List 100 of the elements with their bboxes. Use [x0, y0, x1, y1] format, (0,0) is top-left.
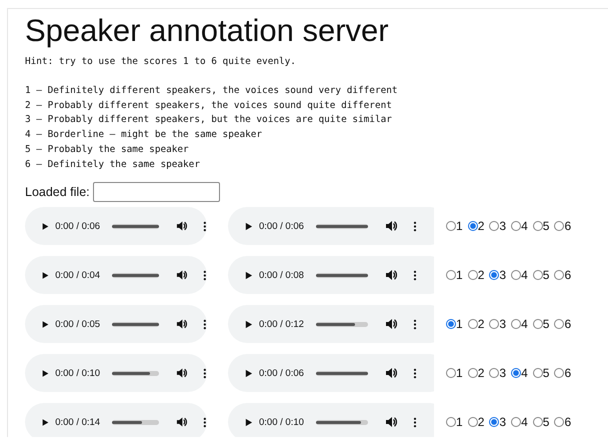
scale-item: 6 – Definitely the same speaker — [25, 158, 201, 172]
audio-time: 0:00 / 0:06 — [259, 368, 304, 379]
score-label: 5 — [542, 219, 550, 234]
score-radio[interactable] — [554, 417, 564, 428]
score-label: 3 — [499, 268, 506, 282]
score-label: 1 — [456, 366, 463, 380]
more-options-icon[interactable] — [203, 270, 207, 281]
scale-item: 2 – Probably different speakers, the voices sound quite different — [25, 98, 393, 113]
audio-time: 0:00 / 0:12 — [259, 318, 304, 330]
score-label: 6 — [564, 268, 572, 282]
play-icon[interactable] — [244, 320, 253, 329]
score-radio[interactable] — [446, 270, 456, 280]
audio-time: 0:00 / 0:08 — [259, 270, 304, 281]
score-label: 6 — [564, 317, 572, 332]
score-label: 6 — [564, 366, 572, 380]
score-radio[interactable] — [468, 368, 478, 378]
score-radio[interactable] — [532, 221, 543, 232]
score-radio[interactable] — [489, 319, 500, 330]
score-radio[interactable] — [511, 270, 522, 280]
score-label: 3 — [499, 366, 506, 380]
score-radio[interactable] — [511, 368, 522, 378]
score-radio[interactable] — [554, 221, 564, 232]
volume-icon[interactable] — [384, 269, 397, 282]
score-radio[interactable] — [532, 319, 543, 330]
volume-icon[interactable] — [384, 318, 397, 330]
play-icon[interactable] — [244, 270, 253, 280]
play-icon[interactable] — [244, 368, 253, 378]
score-radio[interactable] — [489, 221, 500, 232]
more-options-icon[interactable] — [412, 416, 417, 428]
score-label: 1 — [456, 415, 463, 430]
loaded-file-field[interactable] — [92, 182, 220, 202]
volume-icon[interactable] — [384, 220, 397, 232]
more-options-icon[interactable] — [412, 318, 417, 330]
more-options-icon[interactable] — [203, 220, 207, 232]
score-radio[interactable] — [554, 368, 564, 378]
volume-icon[interactable] — [176, 318, 188, 330]
score-label: 3 — [499, 219, 506, 234]
score-label: 2 — [478, 415, 484, 430]
score-radio[interactable] — [532, 417, 543, 428]
more-options-icon[interactable] — [412, 270, 417, 281]
seek-bar[interactable] — [316, 322, 368, 327]
more-options-icon[interactable] — [412, 220, 417, 232]
score-radio[interactable] — [468, 221, 478, 232]
hint-text: Hint: try to use the scores 1 to 6 quite evenly. — [25, 55, 297, 69]
play-icon[interactable] — [41, 320, 50, 329]
score-radio[interactable] — [511, 221, 522, 232]
volume-icon[interactable] — [384, 367, 397, 380]
score-radio[interactable] — [554, 270, 564, 280]
play-icon[interactable] — [41, 270, 50, 280]
score-radio[interactable] — [532, 270, 543, 280]
volume-icon[interactable] — [176, 220, 188, 232]
more-options-icon[interactable] — [412, 368, 417, 379]
score-label: 5 — [542, 268, 550, 282]
more-options-icon[interactable] — [203, 368, 207, 379]
score-radio[interactable] — [468, 270, 478, 280]
score-radio[interactable] — [489, 417, 500, 428]
seek-bar[interactable] — [112, 420, 160, 425]
volume-icon[interactable] — [176, 269, 188, 282]
more-options-icon[interactable] — [203, 416, 207, 428]
score-radio[interactable] — [468, 417, 478, 428]
score-label: 2 — [478, 366, 484, 380]
play-icon[interactable] — [244, 222, 253, 231]
volume-icon[interactable] — [384, 416, 397, 428]
score-radio[interactable] — [446, 417, 456, 428]
score-radio[interactable] — [446, 319, 456, 330]
score-label: 5 — [542, 317, 550, 332]
score-label: 2 — [478, 268, 484, 282]
score-label: 5 — [542, 366, 550, 380]
score-radio[interactable] — [446, 368, 456, 378]
audio-time: 0:00 / 0:10 — [55, 368, 100, 379]
score-label: 1 — [456, 219, 463, 234]
score-radio[interactable] — [532, 368, 543, 378]
play-icon[interactable] — [244, 418, 253, 427]
play-icon[interactable] — [41, 222, 50, 231]
scale-item: 5 – Probably the same speaker — [25, 142, 190, 157]
score-label: 1 — [456, 317, 463, 332]
score-radio[interactable] — [468, 319, 478, 330]
play-icon[interactable] — [41, 368, 50, 378]
seek-bar[interactable] — [112, 370, 160, 376]
score-radio[interactable] — [489, 368, 500, 378]
audio-time: 0:00 / 0:14 — [55, 416, 100, 428]
volume-icon[interactable] — [176, 367, 188, 380]
score-label: 5 — [542, 415, 550, 430]
audio-time: 0:00 / 0:06 — [55, 220, 100, 232]
seek-bar[interactable] — [316, 420, 368, 425]
scale-item: 4 – Borderline – might be the same speaker — [25, 128, 264, 142]
more-options-icon[interactable] — [203, 318, 207, 330]
volume-icon[interactable] — [176, 416, 188, 428]
score-label: 6 — [564, 219, 572, 234]
play-icon[interactable] — [41, 418, 50, 427]
score-radio[interactable] — [446, 221, 456, 232]
score-radio[interactable] — [511, 417, 522, 428]
score-radio[interactable] — [554, 319, 564, 330]
score-radio[interactable] — [511, 319, 522, 330]
score-label: 4 — [521, 219, 528, 234]
score-label: 4 — [521, 366, 528, 380]
score-radio[interactable] — [489, 270, 500, 280]
score-label: 4 — [521, 317, 528, 332]
score-label: 6 — [564, 415, 572, 430]
audio-time: 0:00 / 0:04 — [55, 270, 100, 281]
